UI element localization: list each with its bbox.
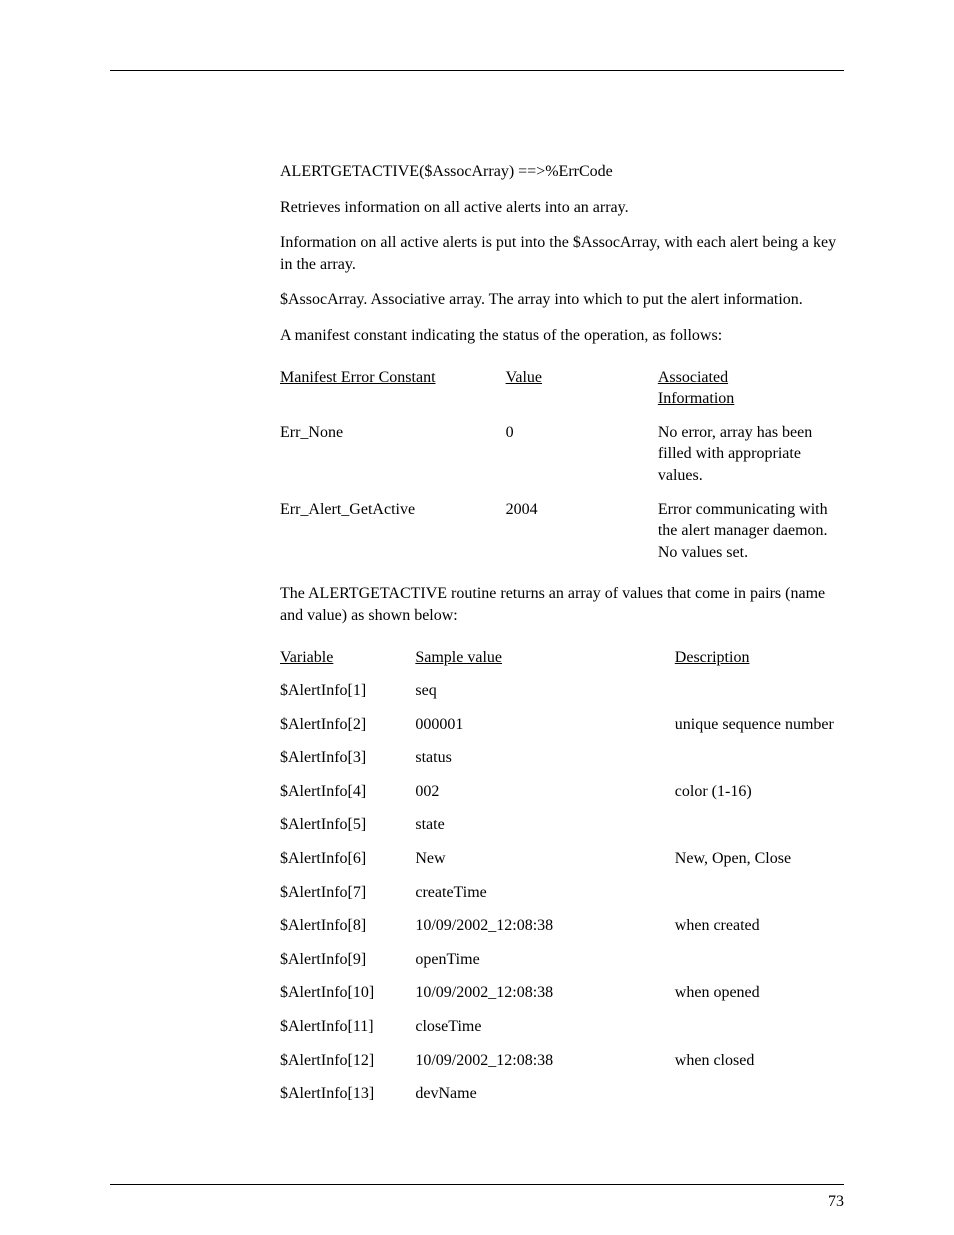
cell: 10/09/2002_12:08:38: [415, 909, 674, 943]
table-row: $AlertInfo[1]seq: [280, 674, 844, 708]
cell: color (1-16): [675, 775, 844, 809]
cell: state: [415, 808, 674, 842]
cell: 10/09/2002_12:08:38: [415, 1044, 674, 1078]
cell: 10/09/2002_12:08:38: [415, 976, 674, 1010]
cell: 000001: [415, 708, 674, 742]
col-header: Manifest Error Constant: [280, 369, 436, 386]
cell: [675, 674, 844, 708]
table-row: $AlertInfo[12]10/09/2002_12:08:38when cl…: [280, 1044, 844, 1078]
cell: New, Open, Close: [675, 842, 844, 876]
top-rule: [110, 70, 844, 71]
cell: 2004: [506, 493, 658, 570]
table-row: $AlertInfo[5]state: [280, 808, 844, 842]
paragraph: A manifest constant indicating the statu…: [280, 325, 844, 347]
cell: $AlertInfo[11]: [280, 1010, 415, 1044]
error-constants-table: Manifest Error Constant Value Associated…: [280, 361, 844, 570]
table-row: $AlertInfo[9]openTime: [280, 943, 844, 977]
table-header-row: Variable Sample value Description: [280, 641, 844, 675]
cell: [675, 1010, 844, 1044]
bottom-rule: [110, 1184, 844, 1185]
cell: $AlertInfo[13]: [280, 1077, 415, 1111]
table-row: $AlertInfo[11]closeTime: [280, 1010, 844, 1044]
cell: $AlertInfo[5]: [280, 808, 415, 842]
cell: $AlertInfo[1]: [280, 674, 415, 708]
cell: $AlertInfo[6]: [280, 842, 415, 876]
table-header-row: Manifest Error Constant Value Associated…: [280, 361, 844, 416]
cell: Err_None: [280, 416, 506, 493]
paragraph: $AssocArray. Associative array. The arra…: [280, 289, 844, 311]
cell: openTime: [415, 943, 674, 977]
col-header: Information: [658, 390, 734, 407]
cell: status: [415, 741, 674, 775]
cell: 002: [415, 775, 674, 809]
cell: closeTime: [415, 1010, 674, 1044]
cell: Err_Alert_GetActive: [280, 493, 506, 570]
cell: $AlertInfo[4]: [280, 775, 415, 809]
paragraph: Information on all active alerts is put …: [280, 232, 844, 275]
cell: $AlertInfo[9]: [280, 943, 415, 977]
cell: $AlertInfo[3]: [280, 741, 415, 775]
table-row: $AlertInfo[13]devName: [280, 1077, 844, 1111]
cell: [675, 808, 844, 842]
cell: createTime: [415, 876, 674, 910]
syntax-line: ALERTGETACTIVE($AssocArray) ==>%ErrCode: [280, 161, 844, 183]
cell: seq: [415, 674, 674, 708]
cell: [675, 741, 844, 775]
table-row: $AlertInfo[10]10/09/2002_12:08:38when op…: [280, 976, 844, 1010]
col-header: Associated: [658, 369, 728, 386]
cell: $AlertInfo[7]: [280, 876, 415, 910]
cell: No error, array has been filled with app…: [658, 416, 844, 493]
cell: devName: [415, 1077, 674, 1111]
table-row: $AlertInfo[4]002color (1-16): [280, 775, 844, 809]
col-header: Description: [675, 649, 750, 666]
page-number: 73: [828, 1193, 844, 1211]
table-row: $AlertInfo[2]000001unique sequence numbe…: [280, 708, 844, 742]
cell: 0: [506, 416, 658, 493]
table-row: $AlertInfo[7]createTime: [280, 876, 844, 910]
table-row: $AlertInfo[8]10/09/2002_12:08:38when cre…: [280, 909, 844, 943]
cell: $AlertInfo[12]: [280, 1044, 415, 1078]
cell: [675, 876, 844, 910]
table-row: $AlertInfo[6]NewNew, Open, Close: [280, 842, 844, 876]
alertinfo-table: Variable Sample value Description $Alert…: [280, 641, 844, 1111]
cell: New: [415, 842, 674, 876]
cell: when opened: [675, 976, 844, 1010]
body-content: ALERTGETACTIVE($AssocArray) ==>%ErrCode …: [280, 161, 844, 1111]
col-header: Sample value: [415, 649, 502, 666]
col-header: Value: [506, 369, 542, 386]
cell: $AlertInfo[10]: [280, 976, 415, 1010]
page: ALERTGETACTIVE($AssocArray) ==>%ErrCode …: [0, 0, 954, 1235]
table-row: Err_Alert_GetActive 2004 Error communica…: [280, 493, 844, 570]
cell: unique sequence number: [675, 708, 844, 742]
table-row: Err_None 0 No error, array has been fill…: [280, 416, 844, 493]
cell: when created: [675, 909, 844, 943]
cell: $AlertInfo[2]: [280, 708, 415, 742]
paragraph: The ALERTGETACTIVE routine returns an ar…: [280, 583, 844, 626]
table-row: $AlertInfo[3]status: [280, 741, 844, 775]
cell: [675, 943, 844, 977]
cell: Error communicating with the alert manag…: [658, 493, 844, 570]
col-header: Variable: [280, 649, 333, 666]
paragraph: Retrieves information on all active aler…: [280, 197, 844, 219]
cell: [675, 1077, 844, 1111]
cell: $AlertInfo[8]: [280, 909, 415, 943]
cell: when closed: [675, 1044, 844, 1078]
